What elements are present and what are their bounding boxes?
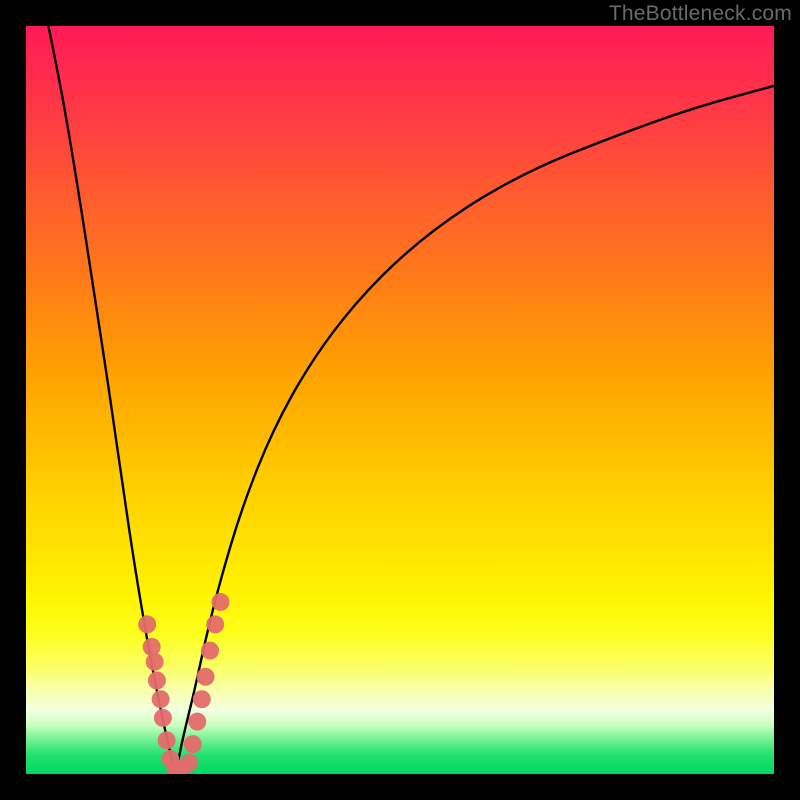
data-marker (211, 593, 229, 611)
data-marker (143, 638, 161, 656)
data-marker (158, 731, 176, 749)
data-marker (193, 690, 211, 708)
data-marker (201, 642, 219, 660)
data-marker (138, 615, 156, 633)
curve-right-branch (176, 86, 774, 774)
watermark-text: TheBottleneck.com (609, 2, 792, 26)
marker-group (138, 593, 229, 774)
data-marker (180, 754, 198, 772)
chart-svg (26, 26, 774, 774)
data-marker (152, 690, 170, 708)
data-marker (197, 668, 215, 686)
data-marker (146, 653, 164, 671)
plot-area (26, 26, 774, 774)
data-marker (148, 672, 166, 690)
data-marker (154, 709, 172, 727)
data-marker (184, 735, 202, 753)
data-marker (188, 713, 206, 731)
data-marker (206, 615, 224, 633)
